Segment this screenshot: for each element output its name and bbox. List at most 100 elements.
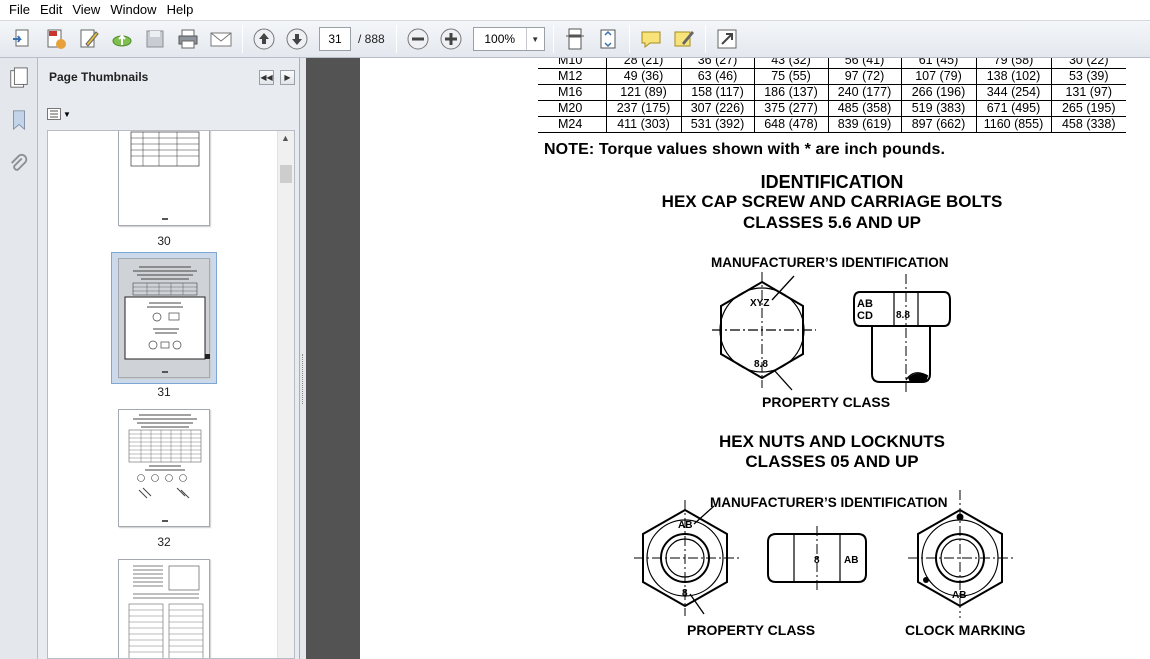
menu-file[interactable]: File: [4, 0, 35, 20]
menu-bar: File Edit View Window Help: [0, 0, 1150, 20]
next-page-button[interactable]: [282, 24, 312, 54]
torque-cell: 411 (303): [605, 116, 682, 133]
email-button[interactable]: [206, 24, 236, 54]
fit-page-button[interactable]: [593, 24, 623, 54]
thumbnail-page-30[interactable]: [118, 131, 210, 226]
page-total: / 888: [358, 32, 385, 46]
torque-cell: 186 (137): [753, 84, 829, 101]
bookmark-icon: [13, 110, 25, 131]
zoom-in-button[interactable]: [436, 24, 466, 54]
torque-cell: 61 (45): [900, 58, 977, 69]
torque-cell: 897 (662): [900, 116, 977, 133]
thumbnail-scrollbar[interactable]: ▲: [277, 131, 294, 658]
thumbnail-label: 32: [157, 535, 171, 549]
panel-next-button[interactable]: ▶: [280, 70, 295, 85]
torque-cell: 344 (254): [975, 84, 1052, 101]
torque-cell: 266 (196): [900, 84, 977, 101]
cloud-upload-icon: [112, 34, 132, 47]
property-class-label: PROPERTY CLASS: [687, 622, 816, 638]
menu-view[interactable]: View: [67, 0, 105, 20]
bolt-size-cell: M10: [538, 58, 607, 69]
torque-cell: 56 (41): [827, 58, 902, 69]
thumbnail-page-33[interactable]: [118, 559, 210, 658]
thumbnail-list[interactable]: 30 31 32 ▲: [47, 130, 295, 659]
create-pdf-button[interactable]: [41, 24, 71, 54]
torque-cell: 839 (619): [827, 116, 902, 133]
save-button[interactable]: [140, 24, 170, 54]
navigation-rail: [0, 58, 38, 659]
thumbnail-options-button[interactable]: ▼: [47, 106, 73, 122]
open-button[interactable]: [8, 24, 38, 54]
floppy-disk-icon: [146, 30, 164, 48]
page-thumbnails-toggle[interactable]: [7, 66, 31, 90]
edit-pdf-button[interactable]: [74, 24, 104, 54]
scrollbar-thumb[interactable]: [280, 165, 292, 183]
printer-icon: [178, 29, 198, 49]
menu-help[interactable]: Help: [162, 0, 199, 20]
attachments-toggle[interactable]: [7, 152, 31, 176]
pdf-page: M10 28 (21) 36 (27) 43 (32) 56 (41) 61 (45) 79…: [360, 58, 1150, 659]
upload-button[interactable]: [107, 24, 137, 54]
zoom-out-button[interactable]: [403, 24, 433, 54]
page-preview: [124, 266, 210, 373]
torque-cell: 75 (55): [753, 68, 829, 85]
hex-cap-classes: CLASSES 5.6 AND UP: [743, 213, 921, 232]
toolbar-separator: [628, 25, 630, 53]
highlight-button[interactable]: [669, 24, 699, 54]
page-number-input[interactable]: 31: [319, 27, 351, 51]
table-row: M20 237 (175) 307 (226) 375 (277) 485 (358) 5…: [538, 100, 1126, 117]
zoom-select[interactable]: 100% ▼: [472, 27, 545, 51]
torque-cell: 121 (89): [605, 84, 682, 101]
document-viewport[interactable]: M10 28 (21) 36 (27) 43 (32) 56 (41) 61 (45) 79…: [306, 58, 1150, 659]
table-row: M10 28 (21) 36 (27) 43 (32) 56 (41) 61 (45) 79…: [538, 58, 1126, 69]
nut-mfr-mark: AB: [678, 520, 692, 531]
torque-cell: 131 (97): [1050, 84, 1126, 101]
print-button[interactable]: [173, 24, 203, 54]
previous-page-button[interactable]: [249, 24, 279, 54]
bookmarks-toggle[interactable]: [7, 108, 31, 132]
paperclip-icon: [11, 153, 28, 171]
toolbar-separator: [552, 25, 554, 53]
clock-marking-label: CLOCK MARKING: [905, 622, 1026, 638]
open-file-icon: [13, 29, 29, 47]
torque-cell: 458 (338): [1050, 116, 1126, 133]
menu-window[interactable]: Window: [105, 0, 161, 20]
torque-cell: 648 (478): [753, 116, 829, 133]
torque-cell: 107 (79): [900, 68, 977, 85]
thumbnail-page-32[interactable]: [118, 409, 210, 527]
torque-cell: 79 (58): [975, 58, 1052, 69]
table-row: M12 49 (36) 63 (46) 75 (55) 97 (72) 107 (79) 1…: [538, 68, 1126, 85]
comment-button[interactable]: [636, 24, 666, 54]
torque-cell: 237 (175): [605, 100, 682, 117]
bolt-size-cell: M20: [538, 100, 607, 117]
table-row: M24 411 (303) 531 (392) 648 (478) 839 (619) 8…: [538, 116, 1126, 133]
thumbnail-page-31[interactable]: [118, 258, 210, 378]
panel-header: Page Thumbnails ◀◀ ▶: [38, 58, 300, 100]
collapse-panel-button[interactable]: ◀◀: [259, 70, 274, 85]
chevron-down-icon[interactable]: ▼: [525, 28, 544, 50]
scrolling-mode-button[interactable]: [560, 24, 590, 54]
bolt-side-mark: AB: [857, 298, 873, 310]
envelope-icon: [210, 32, 232, 47]
torque-cell: 307 (226): [680, 100, 755, 117]
hex-nuts-classes: CLASSES 05 AND UP: [745, 452, 919, 471]
torque-cell: 36 (27): [680, 58, 755, 69]
menu-edit[interactable]: Edit: [35, 0, 67, 20]
nut-class-mark: 8: [682, 588, 688, 599]
scroll-pages-icon: [565, 28, 584, 50]
torque-cell: 43 (32): [753, 58, 829, 69]
toolbar-separator: [242, 25, 243, 53]
bolt-class-mark: 8.8: [754, 359, 768, 370]
page-thumbnails-panel: Page Thumbnails ◀◀ ▶ ▼ 30 31 32 ▲: [38, 58, 300, 659]
torque-cell: 531 (392): [680, 116, 755, 133]
identification-heading: IDENTIFICATION: [760, 172, 904, 192]
fit-page-icon: [600, 29, 616, 49]
torque-note: NOTE: Torque values shown with * are inc…: [544, 141, 946, 158]
scroll-up-icon[interactable]: ▲: [281, 133, 290, 143]
expand-button[interactable]: [712, 24, 742, 54]
torque-cell: 28 (21): [605, 58, 682, 69]
torque-table: M10 28 (21) 36 (27) 43 (32) 56 (41) 61 (45) 79…: [538, 58, 1126, 133]
thumbnail-label: 30: [157, 234, 171, 248]
locknut-mark: AB: [952, 590, 966, 601]
page-preview: [128, 414, 202, 522]
